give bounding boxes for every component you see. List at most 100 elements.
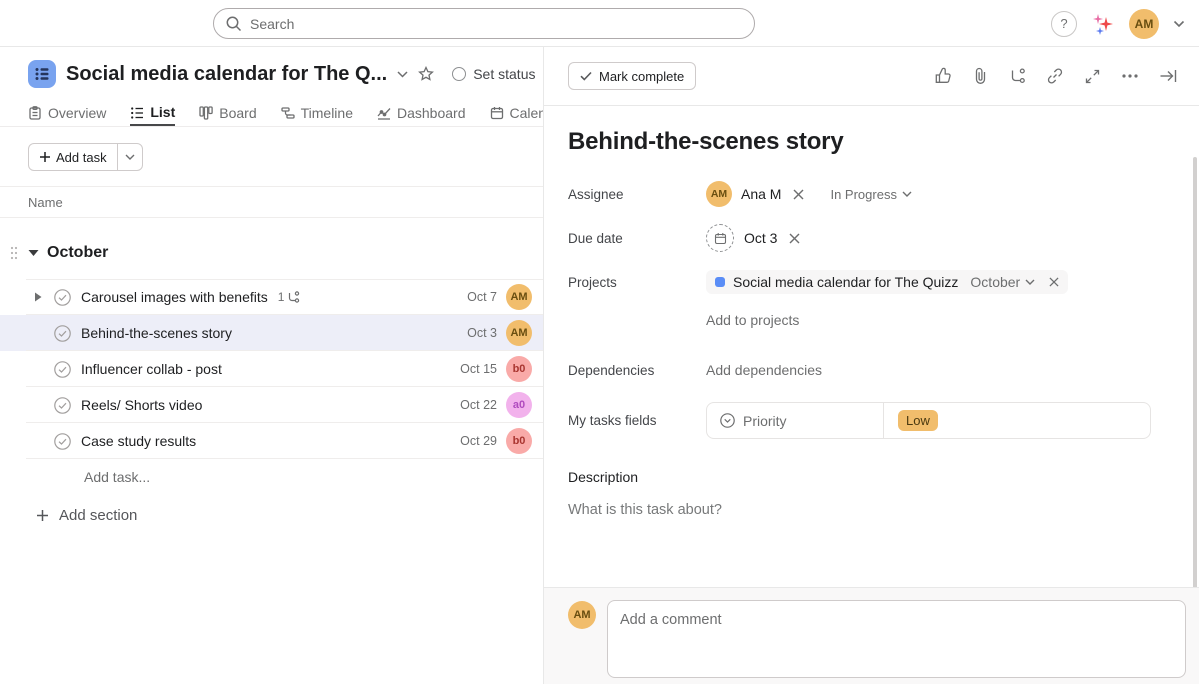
set-status-button[interactable]: Set status — [452, 66, 535, 82]
check-circle-icon[interactable] — [54, 289, 71, 306]
add-to-projects-link[interactable]: Add to projects — [706, 312, 799, 328]
task-due-date: Oct 22 — [460, 398, 497, 412]
task-row-influencer-collab[interactable]: Influencer collab - post Oct 15 b0 — [0, 351, 543, 387]
priority-field[interactable]: Priority — [707, 403, 884, 438]
name-header-label: Name — [28, 195, 63, 210]
search-bar[interactable] — [213, 8, 755, 39]
check-circle-icon[interactable] — [54, 397, 71, 414]
check-icon — [580, 71, 592, 81]
add-task-inline[interactable]: Add task... — [0, 459, 543, 495]
assignee-avatar[interactable]: b0 — [506, 428, 532, 454]
section-collapse-icon[interactable] — [28, 249, 39, 257]
copy-link-icon[interactable] — [1046, 67, 1064, 85]
projects-field: Projects Social media calendar for The Q… — [568, 268, 1175, 296]
add-task-label: Add task — [56, 150, 107, 165]
assignee-avatar[interactable]: AM — [706, 181, 732, 207]
remove-assignee-icon[interactable] — [793, 189, 804, 200]
add-subtask-icon[interactable] — [1009, 68, 1026, 84]
task-due-date: Oct 3 — [467, 326, 497, 340]
assignee-name[interactable]: Ana M — [741, 186, 781, 202]
favorite-star-icon[interactable] — [418, 66, 434, 82]
add-section-button[interactable]: Add section — [36, 507, 543, 524]
subtask-count-value: 1 — [278, 290, 285, 304]
task-row-carousel[interactable]: Carousel images with benefits 1 Oct 7 AM — [0, 279, 543, 315]
tab-label: Calendar — [510, 105, 544, 121]
assignee-avatar[interactable]: b0 — [506, 356, 532, 382]
topbar-actions: ? AM — [1051, 0, 1185, 47]
add-to-projects-row: Add to projects — [568, 306, 1175, 334]
tab-overview[interactable]: Overview — [28, 100, 106, 126]
fullscreen-icon[interactable] — [1084, 68, 1101, 85]
task-row-case-study[interactable]: Case study results Oct 29 b0 — [0, 423, 543, 459]
priority-value-badge[interactable]: Low — [898, 410, 938, 431]
more-options-icon[interactable] — [1121, 73, 1139, 79]
due-date-value[interactable]: Oct 3 — [744, 230, 777, 246]
tab-label: Overview — [48, 105, 106, 121]
tab-list[interactable]: List — [130, 100, 175, 126]
expand-subtasks-icon[interactable] — [34, 292, 54, 302]
tab-board[interactable]: Board — [199, 100, 256, 126]
task-due-date: Oct 7 — [467, 290, 497, 304]
tab-timeline[interactable]: Timeline — [281, 100, 353, 126]
plus-icon — [36, 509, 49, 522]
subtask-icon — [287, 291, 300, 303]
project-chip[interactable]: Social media calendar for The Quizz Octo… — [706, 270, 1068, 294]
check-circle-icon[interactable] — [54, 325, 71, 342]
attachment-icon[interactable] — [972, 67, 989, 85]
add-task-button[interactable]: Add task — [28, 143, 143, 171]
name-column-header[interactable]: Name — [0, 186, 543, 218]
add-task-dropdown-icon[interactable] — [117, 144, 142, 170]
comment-input[interactable] — [607, 600, 1186, 678]
help-button[interactable]: ? — [1051, 11, 1077, 37]
check-circle-icon[interactable] — [54, 361, 71, 378]
comment-user-avatar: AM — [568, 601, 596, 629]
project-chip-name[interactable]: Social media calendar for The Quizz — [733, 274, 958, 290]
task-detail-title[interactable]: Behind-the-scenes story — [568, 128, 1175, 156]
task-name[interactable]: Reels/ Shorts video — [81, 397, 202, 413]
ai-sparkles-icon[interactable] — [1091, 12, 1115, 36]
assignee-avatar[interactable]: AM — [506, 320, 532, 346]
task-rows: Carousel images with benefits 1 Oct 7 AM… — [0, 279, 543, 495]
custom-fields-box: Priority Low — [706, 402, 1151, 439]
check-circle-icon[interactable] — [54, 433, 71, 450]
section-header-october[interactable]: October — [0, 236, 543, 270]
task-row-reels-shorts[interactable]: Reels/ Shorts video Oct 22 a0 — [0, 387, 543, 423]
description-input[interactable]: What is this task about? — [568, 502, 1175, 518]
assignee-avatar[interactable]: a0 — [506, 392, 532, 418]
tab-dashboard[interactable]: Dashboard — [377, 100, 466, 126]
add-dependencies-link[interactable]: Add dependencies — [706, 362, 822, 378]
detail-body: Behind-the-scenes story Assignee AM Ana … — [544, 107, 1199, 587]
user-avatar[interactable]: AM — [1129, 9, 1159, 39]
remove-project-icon[interactable] — [1049, 277, 1059, 287]
scrollbar[interactable] — [1193, 157, 1197, 627]
calendar-icon[interactable] — [706, 224, 734, 252]
drag-handle-icon[interactable] — [0, 246, 28, 260]
custom-fields-row: My tasks fields Priority Low — [568, 402, 1175, 439]
task-name[interactable]: Influencer collab - post — [81, 361, 222, 377]
tab-calendar[interactable]: Calendar — [490, 100, 544, 126]
status-circle-icon — [452, 67, 466, 81]
project-title: Social media calendar for The Q... — [66, 63, 387, 86]
mark-complete-button[interactable]: Mark complete — [568, 62, 696, 90]
remove-due-date-icon[interactable] — [789, 233, 800, 244]
assignee-avatar[interactable]: AM — [506, 284, 532, 310]
close-panel-icon[interactable] — [1159, 68, 1177, 84]
priority-value-cell[interactable]: Low — [884, 403, 1150, 438]
custom-fields-label: My tasks fields — [568, 413, 706, 428]
task-name[interactable]: Case study results — [81, 433, 196, 449]
project-header: Social media calendar for The Q... Set s… — [0, 47, 543, 94]
like-icon[interactable] — [934, 67, 952, 85]
tab-label: Timeline — [301, 105, 353, 121]
search-input[interactable] — [213, 8, 755, 39]
plus-icon — [39, 151, 51, 163]
account-chevron-down-icon[interactable] — [1173, 15, 1185, 33]
project-list-panel: Social media calendar for The Q... Set s… — [0, 47, 544, 684]
task-name[interactable]: Behind-the-scenes story — [81, 325, 232, 341]
project-chevron-down-icon[interactable] — [397, 71, 408, 78]
task-row-behind-the-scenes[interactable]: Behind-the-scenes story Oct 3 AM — [0, 315, 543, 351]
task-name[interactable]: Carousel images with benefits — [81, 289, 268, 305]
project-section-dropdown[interactable]: October — [970, 274, 1035, 290]
chevron-down-icon — [902, 191, 912, 198]
subtask-count: 1 — [278, 290, 301, 304]
status-dropdown[interactable]: In Progress — [830, 187, 911, 202]
